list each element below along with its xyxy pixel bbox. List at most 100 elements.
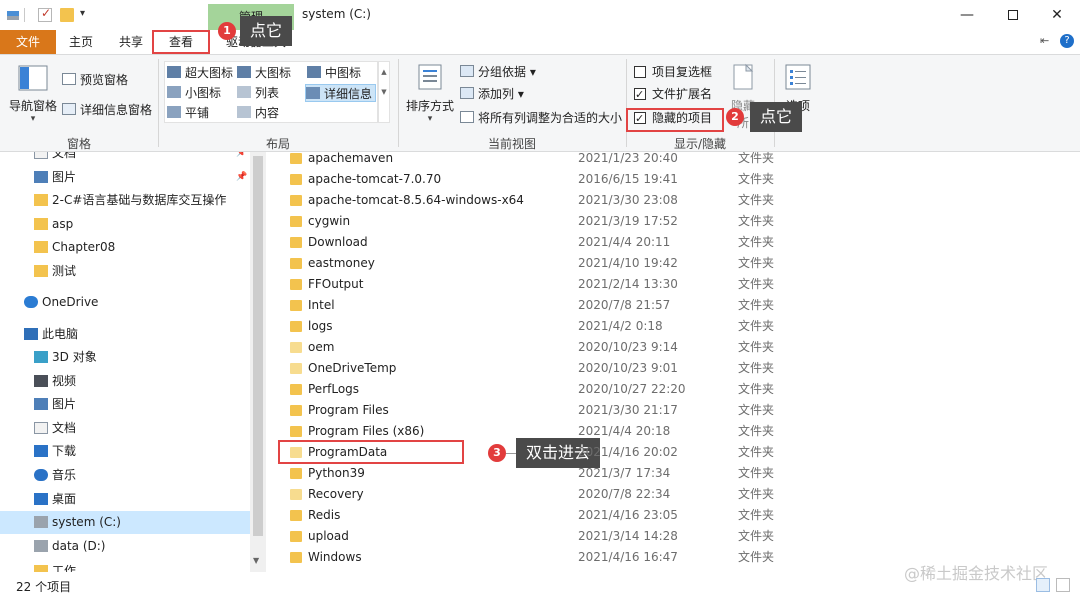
file-row[interactable]: Recovery 2020/7/8 22:34 文件夹 — [266, 484, 1066, 505]
file-row[interactable]: apache-tomcat-8.5.64-windows-x64 2021/3/3… — [266, 190, 1066, 211]
nav-item[interactable]: 视频 — [0, 370, 250, 393]
drive-icon[interactable] — [6, 8, 20, 22]
file-date-modified: 2021/4/16 23:05 — [578, 508, 678, 522]
nav-item[interactable]: 此电脑 — [0, 323, 250, 346]
nav-scrollbar-thumb[interactable] — [253, 156, 263, 536]
file-row[interactable]: Program Files 2021/3/30 21:17 文件夹 — [266, 400, 1066, 421]
nav-item[interactable]: OneDrive — [0, 291, 250, 314]
layout-medium-icons[interactable]: 中图标 — [307, 64, 361, 82]
folder-icon — [290, 153, 302, 164]
hidden-items-highlight — [626, 108, 724, 132]
size-all-columns-button[interactable]: 将所有列调整为合适的大小 — [460, 109, 622, 127]
file-name: Python39 — [308, 466, 365, 480]
nav-item-label: 3D 对象 — [52, 350, 97, 364]
layout-extra-large-icons[interactable]: 超大图标 — [167, 64, 233, 82]
add-column-button[interactable]: 添加列 ▾ — [460, 85, 524, 103]
preview-pane-button[interactable]: 预览窗格 — [62, 71, 128, 89]
layout-large-icons[interactable]: 大图标 — [237, 64, 291, 82]
file-row[interactable]: PerfLogs 2020/10/27 22:20 文件夹 — [266, 379, 1066, 400]
minimize-button[interactable]: — — [944, 0, 990, 30]
help-icon[interactable]: ? — [1060, 34, 1074, 48]
nav-item-label: OneDrive — [42, 295, 99, 309]
layout-item-label: 大图标 — [255, 66, 292, 80]
close-button[interactable]: ✕ — [1034, 0, 1080, 30]
file-row[interactable]: upload 2021/3/14 14:28 文件夹 — [266, 526, 1066, 547]
group-by-button[interactable]: 分组依据 ▾ — [460, 63, 536, 81]
item-checkboxes-checkbox[interactable] — [634, 66, 646, 78]
file-row[interactable]: FFOutput 2021/2/14 13:30 文件夹 — [266, 274, 1066, 295]
file-date-modified: 2021/4/10 19:42 — [578, 256, 678, 270]
nav-item[interactable]: 工作 — [0, 560, 250, 572]
nav-item[interactable]: 桌面 — [0, 488, 250, 511]
layout-small-icons[interactable]: 小图标 — [167, 84, 221, 102]
tab-home[interactable]: 主页 — [60, 30, 102, 54]
layout-content[interactable]: 内容 — [237, 104, 279, 122]
file-extensions-toggle[interactable]: 文件扩展名 — [634, 85, 712, 104]
nav-item[interactable]: 音乐 — [0, 464, 250, 487]
medium-icons-icon — [307, 66, 321, 78]
file-row[interactable]: apachemaven 2021/1/23 20:40 文件夹 — [266, 152, 1066, 169]
folder-icon — [290, 489, 302, 500]
nav-item-label: 工作 — [52, 564, 77, 572]
customize-toolbar-chevron-icon[interactable]: ▾ — [80, 8, 85, 19]
folder-icon — [290, 300, 302, 311]
layout-tiles[interactable]: 平铺 — [167, 104, 209, 122]
nav-item[interactable]: 图片 📌 — [0, 166, 250, 189]
file-row[interactable]: apache-tomcat-7.0.70 2016/6/15 19:41 文件夹 — [266, 169, 1066, 190]
sort-by-button[interactable]: 排序方式 ▾ — [404, 63, 456, 124]
properties-icon[interactable] — [38, 6, 52, 22]
nav-item[interactable]: 文档 — [0, 417, 250, 440]
file-row[interactable]: Redis 2021/4/16 23:05 文件夹 — [266, 505, 1066, 526]
file-row[interactable]: eastmoney 2021/4/10 19:42 文件夹 — [266, 253, 1066, 274]
nav-scrollbar[interactable]: ▼ — [250, 152, 266, 572]
tab-file[interactable]: 文件 — [0, 30, 56, 54]
large-icons-view-toggle-icon[interactable] — [1056, 578, 1070, 592]
details-pane-button[interactable]: 详细信息窗格 — [62, 101, 152, 119]
layout-details[interactable]: 详细信息 — [305, 84, 377, 102]
nav-item[interactable]: 测试 — [0, 260, 250, 283]
nav-scroll-down-icon[interactable]: ▼ — [253, 556, 259, 565]
video-icon — [34, 375, 48, 387]
details-pane-icon — [62, 103, 76, 115]
file-row[interactable]: Download 2021/4/4 20:11 文件夹 — [266, 232, 1066, 253]
details-view-toggle-icon[interactable] — [1036, 578, 1050, 592]
file-row[interactable]: oem 2020/10/23 9:14 文件夹 — [266, 337, 1066, 358]
add-column-label: 添加列 — [478, 87, 515, 101]
file-type: 文件夹 — [738, 361, 775, 375]
layout-list[interactable]: 列表 — [237, 84, 279, 102]
large-icons-icon — [237, 66, 251, 78]
pin-icon[interactable]: 📌 — [236, 166, 247, 189]
pictures-icon — [34, 398, 48, 410]
file-date-modified: 2021/3/14 14:28 — [578, 529, 678, 543]
folder-icon — [290, 216, 302, 227]
file-extensions-checkbox[interactable] — [634, 86, 646, 104]
nav-item[interactable]: 文档 📌 — [0, 152, 250, 165]
nav-item[interactable]: 2-C#语言基础与数据库交互操作 — [0, 189, 250, 212]
file-row[interactable]: logs 2021/4/2 0:18 文件夹 — [266, 316, 1066, 337]
file-row[interactable]: Python39 2021/3/7 17:34 文件夹 — [266, 463, 1066, 484]
new-folder-icon[interactable] — [60, 8, 74, 22]
file-row[interactable]: OneDriveTemp 2020/10/23 9:01 文件夹 — [266, 358, 1066, 379]
tab-view[interactable]: 查看 — [152, 30, 210, 54]
layout-gallery-scroll[interactable]: ▲ ▼ — [378, 61, 390, 123]
file-type: 文件夹 — [738, 466, 775, 480]
nav-item[interactable]: 3D 对象 — [0, 346, 250, 369]
nav-item[interactable]: system (C:) — [0, 511, 250, 534]
folder-icon — [290, 468, 302, 479]
nav-item[interactable]: Chapter08 — [0, 236, 250, 259]
file-row[interactable]: Program Files (x86) 2021/4/4 20:18 文件夹 — [266, 421, 1066, 442]
nav-item[interactable]: 图片 — [0, 393, 250, 416]
file-row[interactable]: Intel 2020/7/8 21:57 文件夹 — [266, 295, 1066, 316]
file-row[interactable]: cygwin 2021/3/19 17:52 文件夹 — [266, 211, 1066, 232]
pin-icon[interactable]: 📌 — [236, 152, 247, 165]
item-checkboxes-toggle[interactable]: 项目复选框 — [634, 63, 712, 81]
navigation-pane-dropdown-icon: ▾ — [30, 114, 36, 124]
nav-item[interactable]: 下载 — [0, 440, 250, 463]
tab-share[interactable]: 共享 — [110, 30, 152, 54]
maximize-button[interactable] — [990, 0, 1036, 30]
nav-item[interactable]: asp — [0, 213, 250, 236]
navigation-pane-button[interactable]: 导航窗格 ▾ — [8, 65, 58, 124]
file-type: 文件夹 — [738, 152, 775, 165]
nav-item[interactable]: data (D:) — [0, 535, 250, 558]
pin-ribbon-icon[interactable]: ⇤ — [1040, 34, 1049, 47]
